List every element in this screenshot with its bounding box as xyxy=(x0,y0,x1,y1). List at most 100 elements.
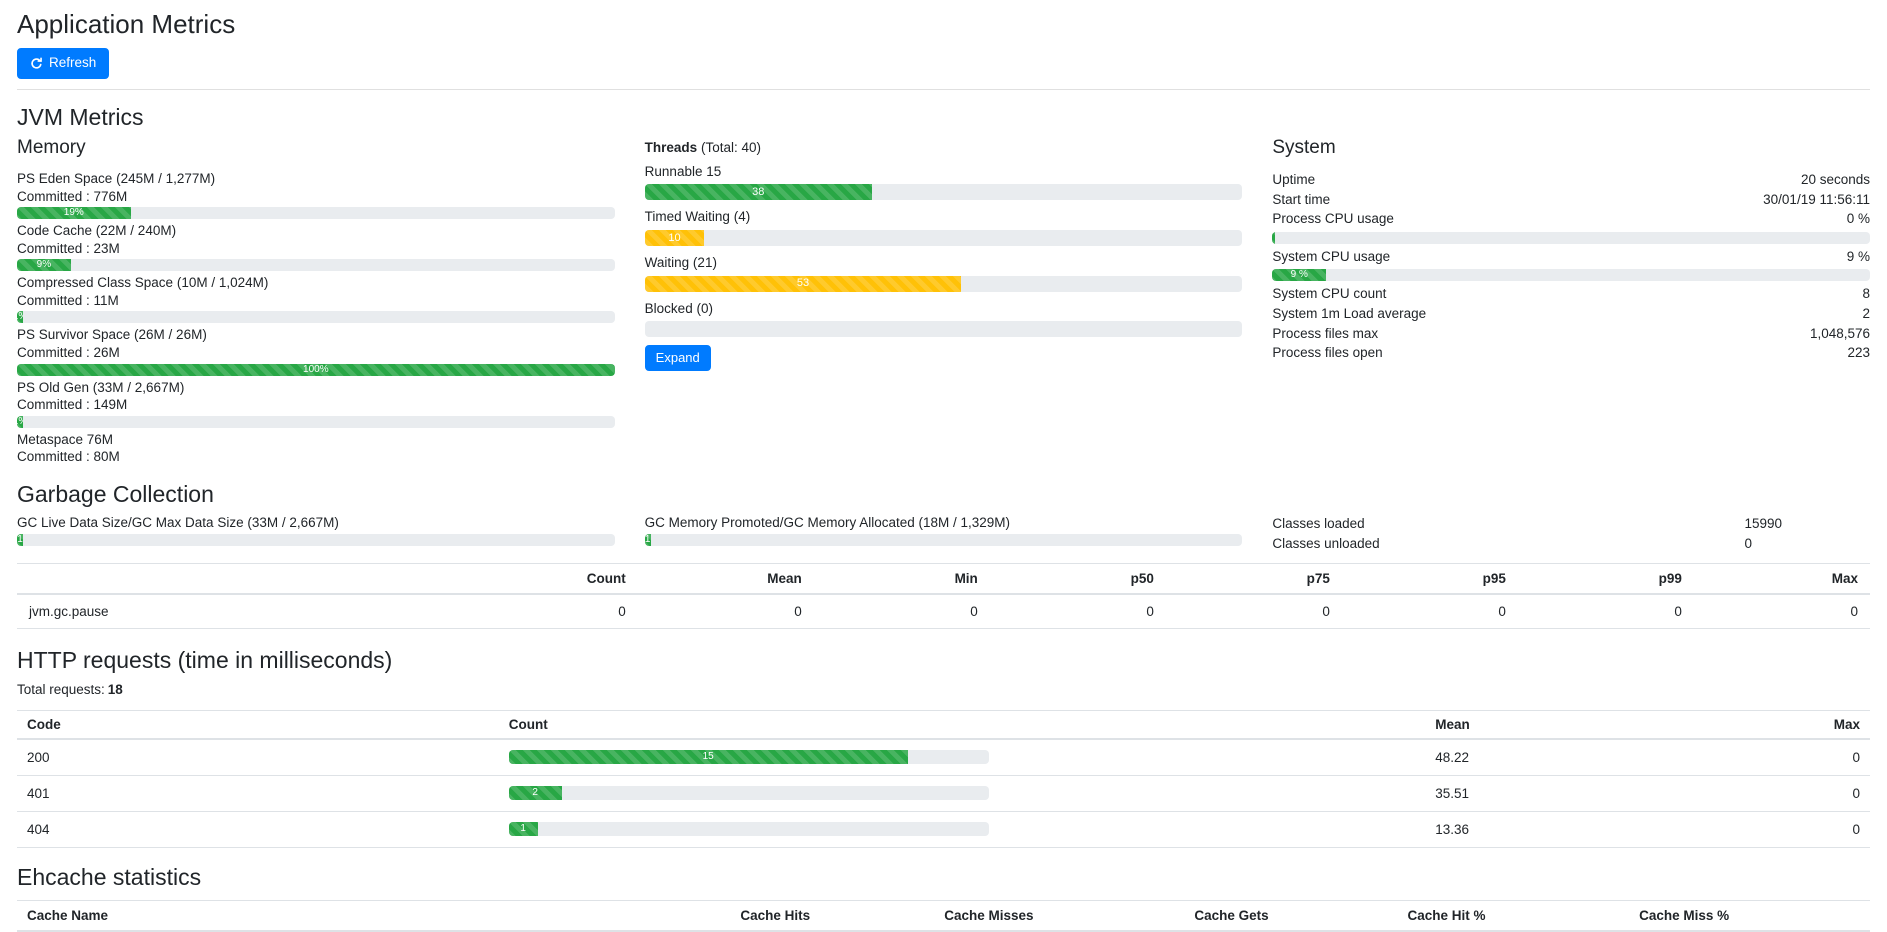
thread-progress-label: 53 xyxy=(797,278,809,289)
system-row-value: 20 seconds xyxy=(1801,170,1870,190)
memory-item-committed: Committed : 80M xyxy=(17,448,615,466)
thread-state-label: Blocked (0) xyxy=(645,300,1243,318)
memory-item-committed: Committed : 11M xyxy=(17,292,615,310)
http-count-progress-label: 2 xyxy=(532,788,538,798)
http-table-row: 401 2 35.51 0 xyxy=(17,775,1870,811)
memory-item-committed: Committed : 149M xyxy=(17,396,615,414)
http-count-progress-bar: 15 xyxy=(509,750,908,764)
system-row-value: 1,048,576 xyxy=(1810,324,1870,344)
gc-heading: Garbage Collection xyxy=(17,481,1870,509)
expand-button[interactable]: Expand xyxy=(645,345,711,371)
ehcache-header-cache-hit-pct: Cache Hit % xyxy=(1397,900,1629,931)
http-count-progress: 1 xyxy=(509,822,989,836)
system-row-label: Process files max xyxy=(1272,324,1378,344)
http-code-cell: 200 xyxy=(17,739,499,776)
memory-progress-label: 100% xyxy=(303,365,329,375)
http-total-label: Total requests: xyxy=(17,682,105,697)
memory-item: Code Cache (22M / 240M) Committed : 23M … xyxy=(17,222,615,271)
gc-promoted-progress-bar: 1 xyxy=(645,534,651,546)
process-cpu-progress xyxy=(1272,232,1870,244)
ehcache-header-cache-miss-pct: Cache Miss % xyxy=(1629,900,1870,931)
memory-item-label: PS Old Gen (33M / 2,667M) xyxy=(17,379,615,397)
ehcache-header-cache-name: Cache Name xyxy=(17,900,730,931)
gc-table-header-name xyxy=(17,564,462,595)
memory-item-label: PS Survivor Space (26M / 26M) xyxy=(17,326,615,344)
system-row-label: System CPU count xyxy=(1272,284,1386,304)
memory-item-label: PS Eden Space (245M / 1,277M) xyxy=(17,170,615,188)
classes-loaded-row: Classes loaded 15990 xyxy=(1272,514,1870,534)
gc-metric-mean: 0 xyxy=(638,594,814,629)
system-row-label: System 1m Load average xyxy=(1272,304,1426,324)
classes-loaded-label: Classes loaded xyxy=(1272,514,1744,534)
gc-metrics-table: Count Mean Min p50 p75 p95 p99 Max jvm.g… xyxy=(17,563,1870,629)
memory-item: PS Survivor Space (26M / 26M) Committed … xyxy=(17,326,615,375)
classes-unloaded-label: Classes unloaded xyxy=(1272,534,1744,554)
http-code-cell: 404 xyxy=(17,811,499,847)
gc-table-header-max: Max xyxy=(1694,564,1870,595)
http-requests-table: Code Count Mean Max 200 15 48.22 0 xyxy=(17,710,1870,848)
memory-item-label: Metaspace 76M xyxy=(17,431,615,449)
thread-progress-bar: 53 xyxy=(645,276,962,292)
http-code-cell: 401 xyxy=(17,775,499,811)
threads-column: Threads (Total: 40) Runnable 15 38 Timed… xyxy=(645,137,1243,466)
ehcache-header-cache-misses: Cache Misses xyxy=(934,900,1184,931)
gc-table-header-p75: p75 xyxy=(1166,564,1342,595)
gc-metric-max: 0 xyxy=(1694,594,1870,629)
ehcache-table: Cache Name Cache Hits Cache Misses Cache… xyxy=(17,900,1870,932)
classes-loaded-value: 15990 xyxy=(1745,514,1783,534)
gc-table-header-p99: p99 xyxy=(1518,564,1694,595)
memory-progress: 1% xyxy=(17,311,615,323)
system-row-value: 223 xyxy=(1847,343,1870,363)
thread-progress: 53 xyxy=(645,276,1243,292)
http-total-requests: Total requests:18 xyxy=(17,681,1870,700)
jvm-metrics-heading: JVM Metrics xyxy=(17,104,1870,132)
thread-state-label: Waiting (21) xyxy=(645,254,1243,272)
threads-title-total: (Total: 40) xyxy=(697,140,761,155)
http-count-progress: 15 xyxy=(509,750,989,764)
classes-unloaded-row: Classes unloaded 0 xyxy=(1272,534,1870,554)
refresh-icon xyxy=(30,57,43,70)
gc-table-header-p50: p50 xyxy=(990,564,1166,595)
thread-state-label: Timed Waiting (4) xyxy=(645,208,1243,226)
refresh-button[interactable]: Refresh xyxy=(17,48,109,79)
metrics-page: Application Metrics Refresh JVM Metrics … xyxy=(0,10,1887,932)
page-title: Application Metrics xyxy=(17,10,1870,40)
gc-metric-min: 0 xyxy=(814,594,990,629)
http-count-cell: 1 xyxy=(499,811,1426,847)
thread-progress-bar: 10 xyxy=(645,230,705,246)
gc-live-data-label: GC Live Data Size/GC Max Data Size (33M … xyxy=(17,514,615,532)
memory-item-label: Compressed Class Space (10M / 1,024M) xyxy=(17,274,615,292)
classes-unloaded-value: 0 xyxy=(1745,534,1753,554)
gc-live-data-progress-label: 1 xyxy=(17,535,23,545)
system-row: Uptime 20 seconds xyxy=(1272,170,1870,190)
system-row-label: Uptime xyxy=(1272,170,1315,190)
memory-progress-bar: 9% xyxy=(17,259,71,271)
memory-item: PS Eden Space (245M / 1,277M) Committed … xyxy=(17,170,615,219)
http-count-progress-bar: 2 xyxy=(509,786,562,800)
gc-metric-p99: 0 xyxy=(1518,594,1694,629)
threads-title: Threads (Total: 40) xyxy=(645,139,1243,157)
http-count-cell: 2 xyxy=(499,775,1426,811)
memory-item-committed: Committed : 26M xyxy=(17,344,615,362)
thread-progress-label: 38 xyxy=(752,187,764,198)
thread-state-label: Runnable 15 xyxy=(645,163,1243,181)
http-count-progress-label: 15 xyxy=(703,752,714,762)
system-row: System 1m Load average 2 xyxy=(1272,304,1870,324)
http-max-cell: 0 xyxy=(1685,739,1870,776)
http-table-row: 200 15 48.22 0 xyxy=(17,739,1870,776)
gc-promoted-progress: 1 xyxy=(645,534,1243,546)
memory-progress: 1% xyxy=(17,416,615,428)
system-row-label: System CPU usage xyxy=(1272,247,1390,267)
memory-progress: 9% xyxy=(17,259,615,271)
system-row-label: Start time xyxy=(1272,190,1330,210)
system-row-value: 9 % xyxy=(1847,247,1870,267)
memory-item: Metaspace 76M Committed : 80M xyxy=(17,431,615,466)
http-count-cell: 15 xyxy=(499,739,1426,776)
system-row-label: Process files open xyxy=(1272,343,1382,363)
memory-progress-label: 1% xyxy=(17,417,23,427)
gc-table-header-min: Min xyxy=(814,564,990,595)
system-row-value: 2 xyxy=(1863,304,1871,324)
system-row: Start time 30/01/19 11:56:11 xyxy=(1272,190,1870,210)
ehcache-header-row: Cache Name Cache Hits Cache Misses Cache… xyxy=(17,900,1870,931)
http-table-header-row: Code Count Mean Max xyxy=(17,710,1870,739)
